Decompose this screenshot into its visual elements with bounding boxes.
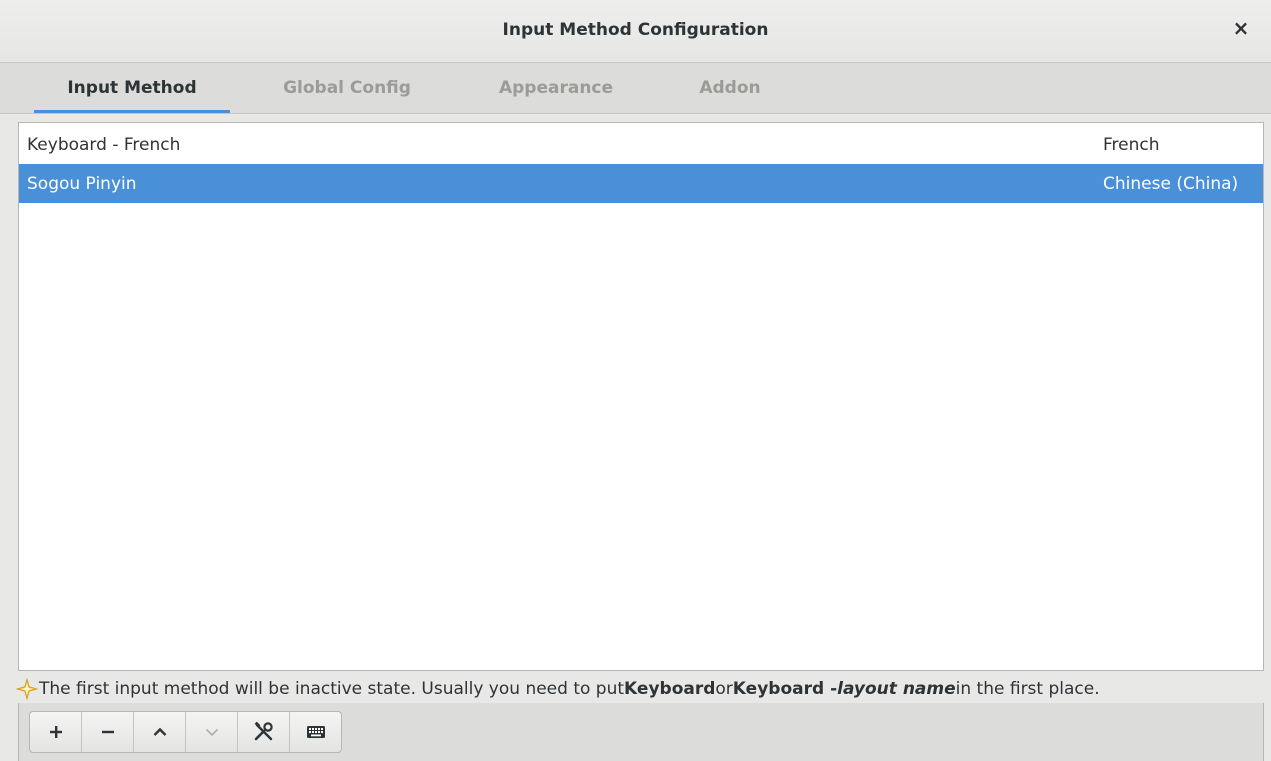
hint-message: The first input method will be inactive … [16, 678, 1268, 700]
input-method-config-window: Input Method Configuration × Input Metho… [0, 0, 1271, 761]
toolbar-area [18, 703, 1264, 761]
hint-text-before: The first input method will be inactive … [39, 679, 625, 699]
tab-bar: Input Method Global Config Appearance Ad… [0, 63, 1271, 114]
configure-button[interactable] [238, 712, 290, 752]
input-method-language: Chinese (China) [1103, 173, 1239, 194]
tab-label: Appearance [498, 78, 614, 98]
input-method-name: Keyboard - French [27, 134, 181, 155]
tools-icon [254, 721, 273, 741]
minus-icon [101, 730, 114, 734]
tab-appearance[interactable]: Appearance [482, 63, 630, 113]
close-icon: × [1232, 16, 1250, 40]
input-method-list[interactable]: Keyboard - French French Sogou Pinyin Ch… [18, 122, 1264, 671]
hint-keyword-keyboard: Keyboard [624, 679, 716, 699]
move-down-button[interactable] [186, 712, 238, 752]
plus-icon [49, 726, 62, 738]
tab-label: Global Config [283, 78, 411, 98]
keyboard-icon [306, 726, 325, 738]
chevron-up-icon [153, 727, 166, 736]
add-button[interactable] [30, 712, 82, 752]
hint-star-icon [16, 678, 38, 700]
hint-text-mid: or [715, 679, 733, 699]
keyboard-layout-button[interactable] [290, 712, 341, 752]
toolbar [29, 711, 342, 753]
tab-label: Input Method [67, 78, 197, 98]
title-bar[interactable]: Input Method Configuration × [0, 0, 1271, 63]
active-tab-indicator [34, 110, 230, 113]
close-button[interactable]: × [1229, 16, 1253, 40]
list-item[interactable]: Keyboard - French French [19, 125, 1263, 164]
tab-global-config[interactable]: Global Config [262, 63, 432, 113]
input-method-name: Sogou Pinyin [27, 173, 137, 194]
hint-keyword-keyboard-layout: Keyboard - [732, 679, 838, 699]
hint-text-after: in the first place. [955, 679, 1100, 699]
tab-label: Addon [699, 78, 761, 98]
window-title: Input Method Configuration [502, 20, 769, 40]
list-item-selected[interactable]: Sogou Pinyin Chinese (China) [19, 164, 1263, 203]
remove-button[interactable] [82, 712, 134, 752]
hint-keyword-layout-name: layout name [837, 679, 956, 699]
move-up-button[interactable] [134, 712, 186, 752]
input-method-language: French [1103, 134, 1160, 155]
chevron-down-icon [205, 729, 218, 736]
tab-input-method[interactable]: Input Method [34, 63, 230, 113]
tab-addon[interactable]: Addon [680, 63, 780, 113]
